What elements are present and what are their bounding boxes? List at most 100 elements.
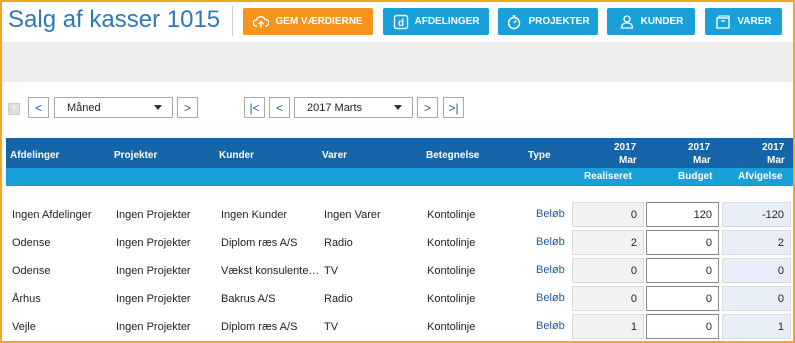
- budget-input[interactable]: 0: [646, 230, 719, 255]
- cell-afdeling: Odense: [12, 237, 51, 249]
- cell-vare: TV: [324, 321, 339, 333]
- col-header-afvigelse: Afvigelse: [738, 171, 783, 182]
- budget-input[interactable]: 0: [646, 314, 719, 339]
- table-subheader-row: Realiseret Budget Afvigelse: [6, 168, 793, 186]
- table-body: Ingen Afdelinger Ingen Projekter Ingen Kun…: [6, 186, 793, 341]
- next-period-button[interactable]: >: [417, 97, 438, 118]
- table-row: Ingen Afdelinger Ingen Projekter Ingen Kun…: [6, 202, 793, 227]
- cell-vare: TV: [324, 265, 339, 277]
- toolbar-spacer: [2, 42, 793, 82]
- table-row: Århus Ingen Projekter Bakrus A/S Radio Konto…: [6, 286, 793, 311]
- cell-type-link[interactable]: Beløb: [536, 320, 565, 332]
- period-select[interactable]: 2017 Marts: [294, 97, 413, 118]
- col2-month: Mar: [693, 155, 711, 166]
- col-header-projekter: Projekter: [114, 150, 158, 161]
- col1-month: Mar: [619, 155, 637, 166]
- cell-betegnelse: Kontolinje: [427, 321, 476, 333]
- period-type-value: Måned: [67, 101, 101, 114]
- cell-type-link[interactable]: Beløb: [536, 236, 565, 248]
- period-value: 2017 Marts: [307, 101, 363, 114]
- cell-kunde: Diplom ræs A/S: [221, 237, 298, 249]
- chevron-right-icon: >: [183, 100, 191, 115]
- table-row: Vejle Ingen Projekter Diplom ræs A/S TV Kont…: [6, 314, 793, 339]
- users-icon: [619, 14, 635, 30]
- cell-kunde: Vækst konsulente…: [221, 265, 320, 277]
- projects-button[interactable]: PROJEKTER: [498, 8, 598, 35]
- save-values-label: GEM VÆRDIERNE: [275, 16, 363, 27]
- budget-input[interactable]: 120: [646, 202, 719, 227]
- col1-year: 2017: [614, 142, 637, 153]
- col-header-budget: Budget: [678, 171, 713, 182]
- projects-label: PROJEKTER: [528, 16, 590, 27]
- customers-button[interactable]: KUNDER: [607, 8, 695, 35]
- customers-label: KUNDER: [640, 16, 684, 27]
- budget-input[interactable]: 0: [646, 286, 719, 311]
- cell-betegnelse: Kontolinje: [427, 209, 476, 221]
- cell-betegnelse: Kontolinje: [427, 293, 476, 305]
- chevron-left-icon: <: [34, 100, 42, 115]
- top-bar: Salg af kasser 1015 GEM VÆRDIERNE d AFDE…: [2, 2, 793, 42]
- cell-afdeling: Odense: [12, 265, 51, 277]
- prev-period-button[interactable]: <: [269, 97, 290, 118]
- chevron-down-icon: [394, 105, 402, 110]
- box-icon: [715, 14, 731, 30]
- cell-projekt: Ingen Projekter: [116, 237, 191, 249]
- save-values-button[interactable]: GEM VÆRDIERNE: [243, 8, 373, 35]
- cell-projekt: Ingen Projekter: [116, 321, 191, 333]
- col-header-type: Type: [528, 150, 551, 161]
- department-d-icon: d: [393, 14, 409, 30]
- cell-afvigelse: 2: [722, 230, 791, 255]
- first-icon: |<: [249, 100, 260, 115]
- departments-label: AFDELINGER: [414, 16, 480, 27]
- table-header-row: Afdelinger Projekter Kunder Varer Betegn…: [6, 138, 793, 168]
- stopwatch-icon: [506, 14, 522, 30]
- cell-betegnelse: Kontolinje: [427, 237, 476, 249]
- cell-afvigelse: -120: [722, 202, 791, 227]
- col-header-realiseret: Realiseret: [584, 171, 632, 182]
- products-label: VARER: [737, 16, 772, 27]
- last-period-button[interactable]: >|: [443, 97, 464, 118]
- expand-toggle[interactable]: +: [8, 103, 20, 115]
- cell-type-link[interactable]: Beløb: [536, 264, 565, 276]
- cell-kunde: Bakrus A/S: [221, 293, 276, 305]
- table-row: Odense Ingen Projekter Diplom ræs A/S Radio…: [6, 230, 793, 255]
- budget-input[interactable]: 0: [646, 258, 719, 283]
- cell-afvigelse: 0: [722, 258, 791, 283]
- period-type-select[interactable]: Måned: [54, 97, 173, 118]
- cell-afvigelse: 0: [722, 286, 791, 311]
- cell-projekt: Ingen Projekter: [116, 265, 191, 277]
- period-type-next-button[interactable]: >: [177, 97, 198, 118]
- cell-afdeling: Vejle: [12, 321, 36, 333]
- period-type-prev-button[interactable]: <: [28, 97, 49, 118]
- cell-type-link[interactable]: Beløb: [536, 208, 565, 220]
- cell-realiseret: 0: [572, 202, 644, 227]
- period-navigation: + < Måned > |< < 2017 Marts > >|: [2, 82, 793, 138]
- page-title: Salg af kasser 1015: [8, 6, 221, 33]
- cell-vare: Ingen Varer: [324, 209, 381, 221]
- col-header-kunder: Kunder: [219, 150, 254, 161]
- cell-kunde: Ingen Kunder: [221, 209, 288, 221]
- col-header-afdelinger: Afdelinger: [10, 150, 60, 161]
- products-button[interactable]: VARER: [705, 8, 782, 35]
- cell-projekt: Ingen Projekter: [116, 209, 191, 221]
- cell-realiseret: 0: [572, 286, 644, 311]
- cell-vare: Radio: [324, 237, 353, 249]
- departments-button[interactable]: d AFDELINGER: [383, 8, 489, 35]
- col-header-varer: Varer: [322, 150, 348, 161]
- cell-betegnelse: Kontolinje: [427, 265, 476, 277]
- chevron-right-icon: >: [423, 100, 431, 115]
- cell-type-link[interactable]: Beløb: [536, 292, 565, 304]
- col-header-betegnelse: Betegnelse: [426, 150, 480, 161]
- cloud-upload-icon: [253, 14, 270, 30]
- cell-afdeling: Århus: [12, 293, 41, 305]
- svg-text:d: d: [397, 18, 403, 29]
- cell-projekt: Ingen Projekter: [116, 293, 191, 305]
- app-window: Salg af kasser 1015 GEM VÆRDIERNE d AFDE…: [0, 0, 795, 343]
- last-icon: >|: [448, 100, 459, 115]
- cell-realiseret: 2: [572, 230, 644, 255]
- title-divider: [232, 6, 233, 36]
- cell-vare: Radio: [324, 293, 353, 305]
- col3-year: 2017: [762, 142, 785, 153]
- cell-realiseret: 1: [572, 314, 644, 339]
- first-period-button[interactable]: |<: [244, 97, 265, 118]
